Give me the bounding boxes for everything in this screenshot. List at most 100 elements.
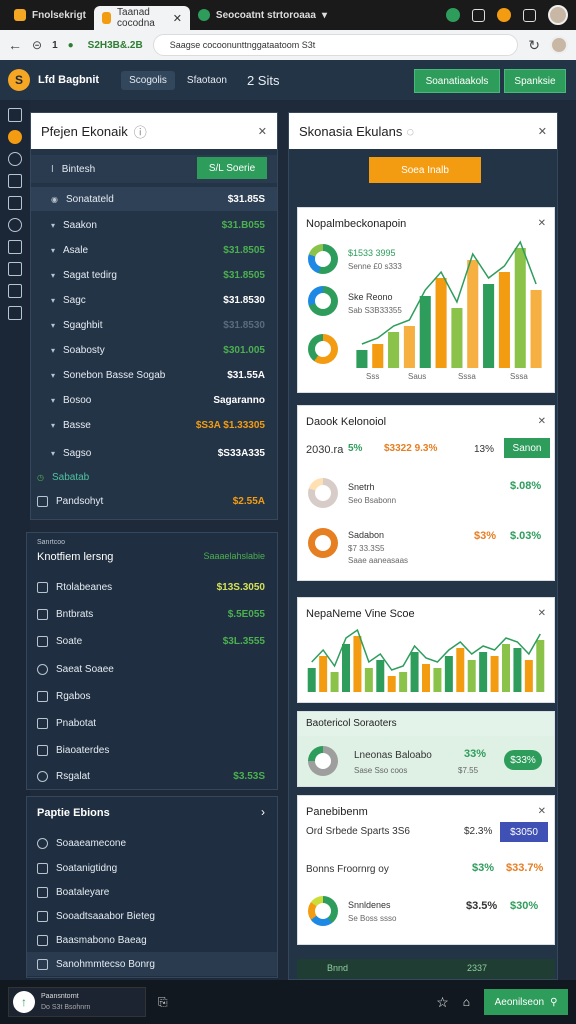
reload-icon[interactable]: ↻ xyxy=(528,37,540,54)
list-item[interactable]: ◷ Sabatab xyxy=(31,465,277,489)
list-item[interactable]: Rtolabeanes $13S.3050 xyxy=(27,575,277,599)
card-title: Daook Kelonoiol xyxy=(306,416,387,428)
tab-sits[interactable]: 2 Sits xyxy=(239,69,288,92)
status-button[interactable]: $3050 xyxy=(500,822,548,842)
box-icon xyxy=(37,635,48,647)
item-value: $3% xyxy=(474,530,497,542)
chevron-right-icon[interactable]: › xyxy=(261,805,265,819)
chevron-down-icon[interactable]: ▾ xyxy=(322,10,327,21)
info-icon[interactable]: ◌ xyxy=(406,124,414,139)
list-item[interactable]: Bntbrats $.5E055 xyxy=(27,602,277,626)
row-value: $13S.3050 xyxy=(216,581,265,593)
list-item[interactable]: Boataleyare xyxy=(27,880,277,904)
list-item[interactable]: ▾ Sagc $31.8530 xyxy=(31,288,277,312)
item-value: $.08% xyxy=(510,480,542,492)
status-button[interactable]: Sanon xyxy=(504,438,550,458)
list-item[interactable]: Saeat Soaee xyxy=(27,657,277,681)
action-button[interactable]: Soea Inalb xyxy=(369,157,481,183)
document-icon[interactable] xyxy=(8,174,22,188)
close-icon[interactable]: ✕ xyxy=(538,416,546,427)
list-item[interactable]: ▾ Sagat tedirg $31.8505 xyxy=(31,263,277,287)
chart-bar xyxy=(399,672,408,692)
info-icon[interactable]: ⓘ xyxy=(134,122,147,141)
close-icon[interactable]: ✕ xyxy=(538,806,546,817)
extension-icon[interactable] xyxy=(497,8,511,22)
label-icon[interactable] xyxy=(8,306,22,320)
tools-icon[interactable] xyxy=(8,284,22,298)
item-value: $3% xyxy=(472,862,495,874)
list-item[interactable]: Rgabos xyxy=(27,684,277,708)
list-item[interactable]: ▾ Saakon $31.B055 xyxy=(31,213,277,237)
close-icon[interactable]: ✕ xyxy=(538,218,546,229)
list-item[interactable]: ▾ Asale $31.8505 xyxy=(31,238,277,262)
list-item[interactable]: Pandsohyt $2.55A xyxy=(31,489,277,513)
primary-action-button[interactable]: Aeonilseon ⚲ xyxy=(484,989,568,1015)
url-number: 1 xyxy=(52,39,58,51)
list-item[interactable]: Soatanigtidng xyxy=(27,856,277,880)
list-item[interactable]: Soate $3L.3555 xyxy=(27,629,277,653)
header-row-button[interactable]: S/L Soerie xyxy=(197,157,267,179)
menu-icon[interactable] xyxy=(8,108,22,122)
globe-icon[interactable] xyxy=(8,152,22,166)
item-label: Lneonas Baloabo xyxy=(354,750,432,761)
bookmark-icon[interactable]: ⌂ xyxy=(463,995,470,1009)
user-avatar[interactable] xyxy=(550,36,568,54)
list-item[interactable]: Sooadtsaaabor Bieteg xyxy=(27,904,277,928)
item-subtext: Se Boss ssso xyxy=(348,914,397,923)
close-tab-icon[interactable]: ✕ xyxy=(173,12,182,25)
url-input[interactable]: Saagse cocoonunttnggataatoom S3t xyxy=(152,34,519,56)
metric-text: 13% xyxy=(474,444,495,455)
list-item[interactable]: Rsgalat $3.53S xyxy=(27,764,277,788)
status-pill[interactable]: $33% xyxy=(504,750,542,770)
overview-card: Nopalmbeckonapoin ✕ $1533 3995 Senne £0 … xyxy=(297,207,555,393)
profile-avatar[interactable] xyxy=(548,5,568,25)
tab-scogolis[interactable]: Scogolis xyxy=(121,70,175,90)
chart-bar xyxy=(514,248,526,368)
back-arrow-icon[interactable]: ← xyxy=(8,37,22,53)
row-value: $.5E055 xyxy=(227,608,265,620)
close-icon[interactable]: ✕ xyxy=(538,125,547,138)
list-item[interactable]: Soaaeamecone xyxy=(27,831,277,855)
list-item[interactable]: ▾ Sonebon Basse Sogab $31.55A xyxy=(31,363,277,387)
tab-sfaotaon[interactable]: Sfaotaon xyxy=(179,71,235,90)
chart-bar xyxy=(451,308,463,368)
list-item[interactable]: ▾ Sagso $S33A335 xyxy=(31,441,277,465)
close-icon[interactable]: ✕ xyxy=(258,125,267,138)
item-label: Bonns Froornrg oy xyxy=(306,864,389,875)
clock-icon: ◷ xyxy=(37,472,44,482)
camera-icon[interactable] xyxy=(472,8,485,22)
edit-icon[interactable] xyxy=(8,196,22,210)
list-item[interactable]: ▾ Sgaghbit $31.8530 xyxy=(31,313,277,337)
list-item[interactable]: Pnabotat xyxy=(27,711,277,735)
notification-chip[interactable]: ↑ Paansntornt Do S3t Bsohnrn xyxy=(8,987,146,1017)
browser-tab[interactable]: Fnolsekrigt xyxy=(6,3,94,27)
list-item[interactable]: ◉ Sonatateld $31.85S xyxy=(31,187,277,211)
donut-chart xyxy=(308,244,338,274)
chart-bar xyxy=(479,652,488,692)
row-label: Soatanigtidng xyxy=(56,862,118,874)
security-icon[interactable]: ⊝ xyxy=(32,38,42,52)
secondary-header-button[interactable]: Spanksie xyxy=(504,69,566,93)
primary-header-button[interactable]: Soanatiaakols xyxy=(414,69,500,93)
button-label: Aeonilseon xyxy=(494,996,545,1008)
chart-bar xyxy=(372,344,384,368)
close-icon[interactable]: ✕ xyxy=(538,608,546,619)
list-item[interactable]: ▾ Basse $S3A $1.33305 xyxy=(31,413,277,437)
star-icon[interactable]: ☆ xyxy=(436,994,449,1011)
list-item[interactable]: Sanohmmtecso Bonrg xyxy=(27,952,277,976)
list-item[interactable]: ▾ Bosoo Sagaranno xyxy=(31,388,277,412)
share-icon[interactable]: ⎘ xyxy=(158,995,168,1010)
list-item[interactable]: ▾ Soabosty $301.005 xyxy=(31,338,277,362)
row-value: $2.55A xyxy=(232,495,265,507)
home-icon[interactable] xyxy=(8,130,22,144)
link-icon[interactable] xyxy=(8,218,22,232)
row-label: Sagso xyxy=(63,447,92,459)
tag-icon[interactable] xyxy=(8,262,22,276)
list-item[interactable]: Baasmabono Baeag xyxy=(27,928,277,952)
list-item[interactable]: Biaoaterdes xyxy=(27,738,277,762)
browser-tab-active[interactable]: Taanad cocodna ✕ xyxy=(93,6,190,30)
extension-icon[interactable] xyxy=(446,8,460,22)
chart-icon[interactable] xyxy=(8,240,22,254)
puzzle-icon[interactable] xyxy=(523,8,536,22)
browser-tab[interactable]: Seocoatnt strtoroaaa ▾ xyxy=(190,3,335,27)
